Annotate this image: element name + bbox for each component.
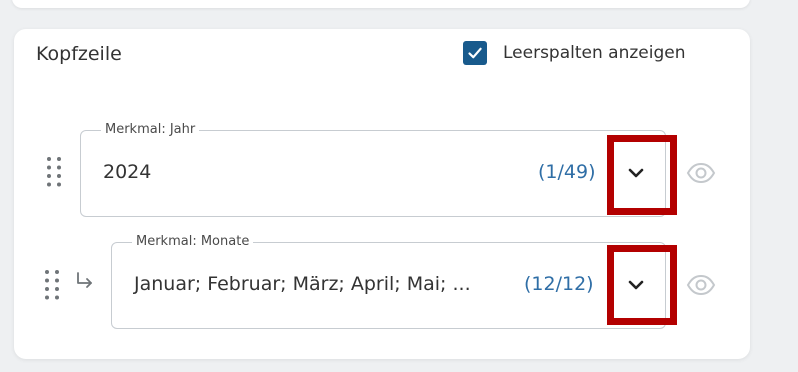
eye-icon[interactable] xyxy=(686,162,716,184)
eye-icon[interactable] xyxy=(686,274,716,296)
check-icon xyxy=(468,47,482,59)
selected-value: Januar; Februar; März; April; Mai; ... xyxy=(134,273,471,295)
dropdown-toggle-button[interactable] xyxy=(620,153,652,193)
drag-handle-icon[interactable] xyxy=(44,269,60,301)
drag-handle-icon[interactable] xyxy=(46,156,62,188)
chevron-down-icon xyxy=(628,168,644,178)
attribute-select-months[interactable]: Merkmal: Monate Januar; Februar; März; A… xyxy=(111,233,666,329)
dropdown-toggle-button[interactable] xyxy=(620,265,652,305)
previous-card xyxy=(12,0,750,8)
selected-value: 2024 xyxy=(103,161,152,183)
selection-count: (12/12) xyxy=(524,273,594,295)
show-empty-columns-label: Leerspalten anzeigen xyxy=(503,43,686,63)
subdirectory-arrow-icon xyxy=(74,270,96,292)
show-empty-columns-toggle[interactable]: Leerspalten anzeigen xyxy=(463,41,686,65)
attribute-select-year[interactable]: Merkmal: Jahr 2024 (1/49) xyxy=(80,121,666,217)
show-empty-columns-checkbox[interactable] xyxy=(463,41,487,65)
panel-title: Kopfzeile xyxy=(36,43,122,65)
chevron-down-icon xyxy=(628,280,644,290)
field-label: Merkmal: Monate xyxy=(132,233,254,251)
field-label: Merkmal: Jahr xyxy=(101,121,200,139)
selection-count: (1/49) xyxy=(538,161,596,183)
